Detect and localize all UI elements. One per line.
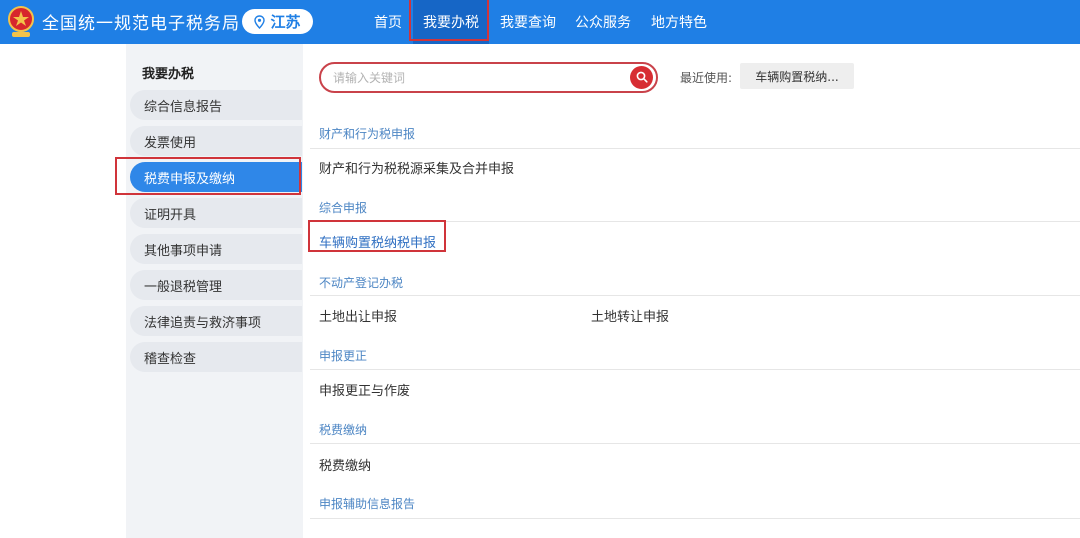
nav-query[interactable]: 我要查询: [493, 0, 563, 44]
sidebar-title: 我要办税: [142, 67, 195, 82]
link-property-tax-filing[interactable]: 财产和行为税税源采集及合并申报: [319, 158, 514, 177]
divider: [310, 369, 1080, 370]
divider: [310, 221, 1080, 222]
nav-public-service[interactable]: 公众服务: [568, 0, 638, 44]
sidebar-item-refund-management[interactable]: 一般退税管理: [130, 270, 302, 300]
sidebar-item-certificate[interactable]: 证明开具: [130, 198, 302, 228]
divider: [310, 518, 1080, 519]
nav-do-tax[interactable]: 我要办税: [413, 0, 489, 44]
nav-home[interactable]: 首页: [366, 0, 410, 44]
sidebar-item-inspection[interactable]: 稽查检查: [130, 342, 302, 372]
divider: [310, 295, 1080, 296]
site-title: 全国统一规范电子税务局: [42, 14, 240, 34]
link-tax-payment[interactable]: 税费缴纳: [319, 455, 371, 474]
sidebar-item-legal-remedy[interactable]: 法律追责与救济事项: [130, 306, 302, 336]
sidebar-item-invoice-use[interactable]: 发票使用: [130, 126, 302, 156]
section-title-property-tax: 财产和行为税申报: [319, 127, 416, 141]
app-root: 全国统一规范电子税务局 江苏 首页 我要办税 我要查询 公众服务 地方特色 我要…: [0, 0, 1080, 538]
link-land-transfer-filing[interactable]: 土地转让申报: [591, 306, 669, 325]
section-title-auxiliary-report: 申报辅助信息报告: [319, 497, 416, 511]
section-title-tax-payment: 税费缴纳: [319, 423, 368, 437]
nav-local-features[interactable]: 地方特色: [644, 0, 714, 44]
divider: [310, 148, 1080, 149]
section-title-real-estate: 不动产登记办税: [319, 276, 404, 290]
search-button[interactable]: [630, 66, 653, 89]
left-margin: [0, 44, 126, 538]
sidebar-item-tax-filing-payment[interactable]: 税费申报及缴纳: [130, 162, 302, 192]
national-emblem-icon: [6, 5, 36, 39]
search-box: [319, 62, 658, 93]
divider: [310, 443, 1080, 444]
section-title-comprehensive: 综合申报: [319, 201, 368, 215]
region-label: 江苏: [270, 13, 301, 31]
link-correction-void[interactable]: 申报更正与作废: [319, 380, 410, 399]
link-vehicle-purchase-tax[interactable]: 车辆购置税纳税申报: [319, 232, 436, 251]
link-land-grant-filing[interactable]: 土地出让申报: [319, 306, 397, 325]
sidebar-item-other-applications[interactable]: 其他事项申请: [130, 234, 302, 264]
section-title-correction: 申报更正: [319, 349, 368, 363]
region-selector[interactable]: 江苏: [242, 9, 313, 34]
recent-used-label: 最近使用:: [680, 71, 733, 85]
recent-used-chip[interactable]: 车辆购置税纳...: [740, 63, 854, 89]
location-pin-icon: [254, 14, 266, 29]
search-input[interactable]: [333, 69, 623, 87]
top-header: 全国统一规范电子税务局 江苏 首页 我要办税 我要查询 公众服务 地方特色: [0, 0, 1080, 44]
sidebar-item-comprehensive-report[interactable]: 综合信息报告: [130, 90, 302, 120]
search-icon: [636, 68, 648, 87]
